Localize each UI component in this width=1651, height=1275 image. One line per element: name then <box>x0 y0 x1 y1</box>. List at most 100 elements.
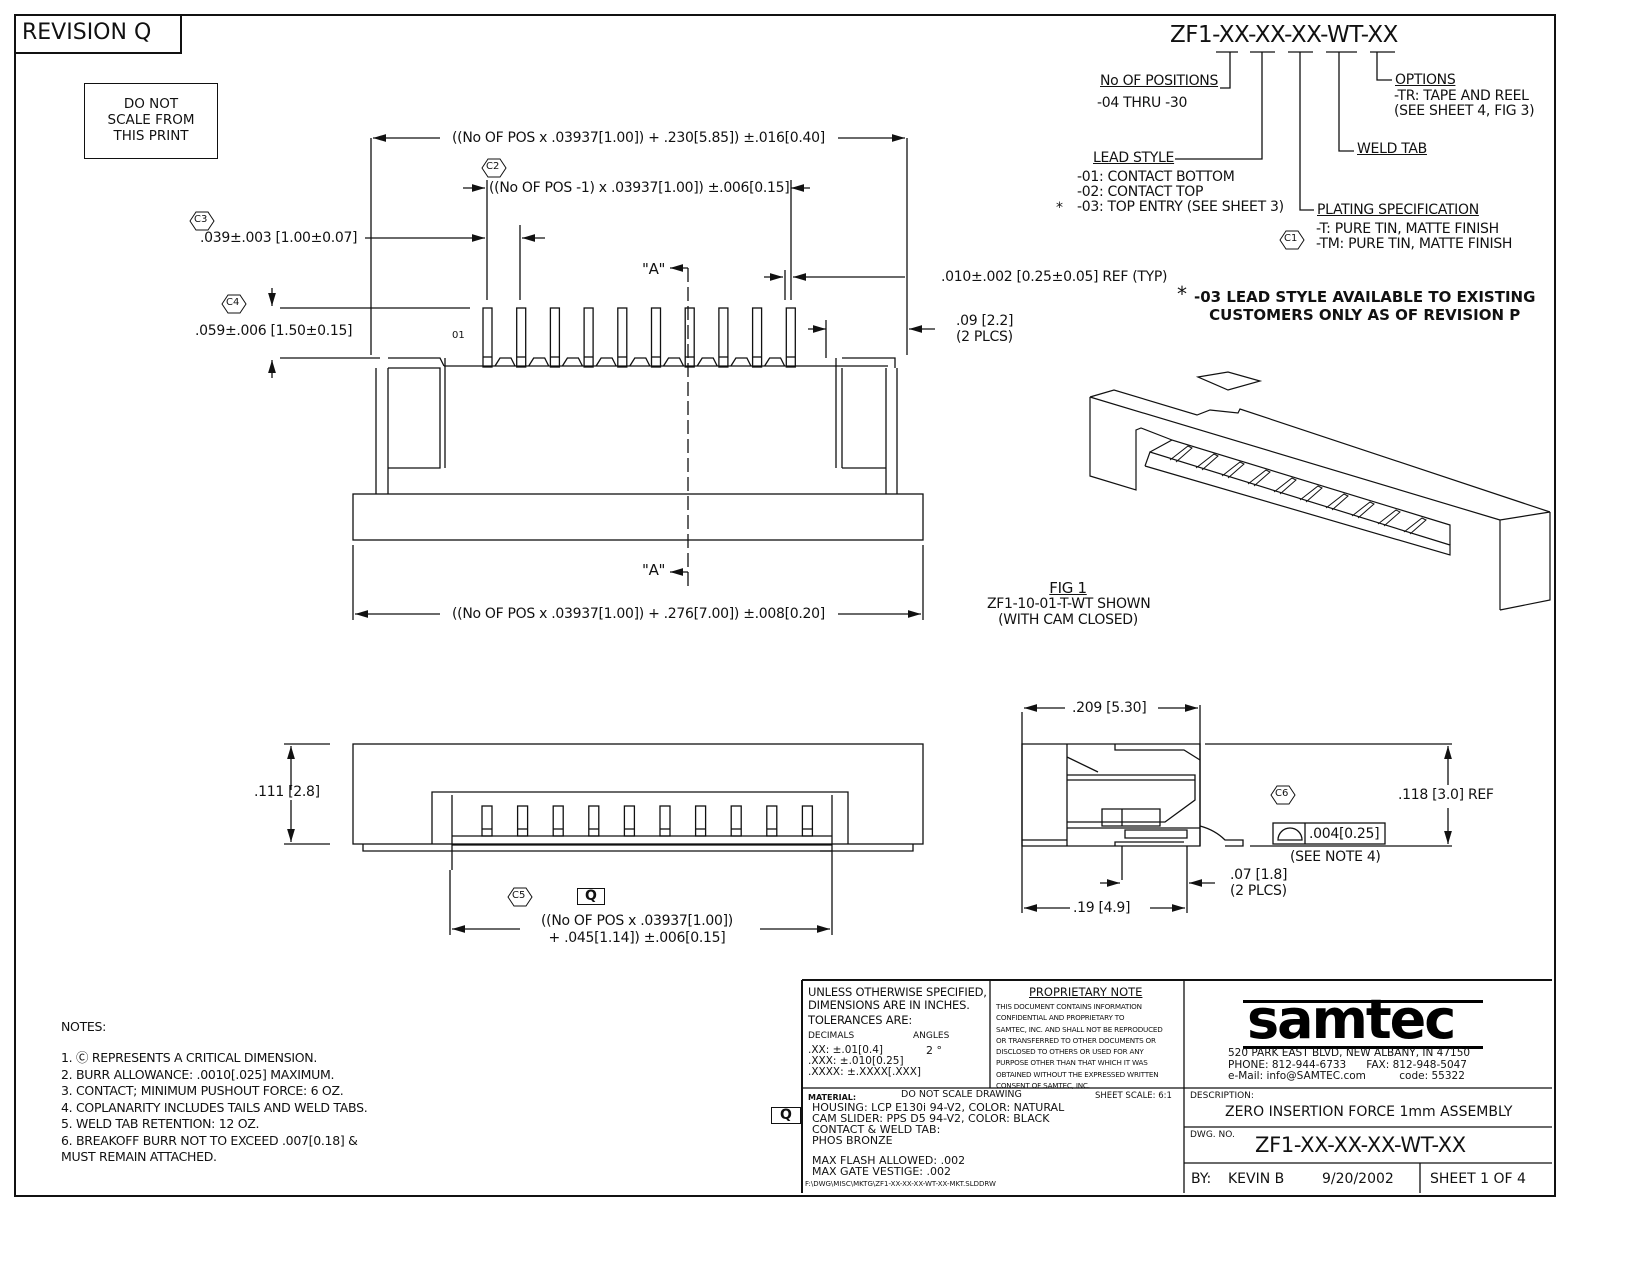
contact-lead <box>516 307 527 368</box>
side-height-dim: .118 [3.0] REF <box>1398 787 1494 803</box>
overall-width-dim: ((No OF POS x .03937[1.00]) + .230[5.85]… <box>452 130 825 146</box>
plating-item: -T: PURE TIN, MATTE FINISH <box>1316 221 1499 237</box>
description-label: DESCRIPTION: <box>1190 1091 1254 1101</box>
pitch-dim: .039±.003 [1.00±0.07] <box>200 230 358 246</box>
weld-tab-label: WELD TAB <box>1357 141 1427 157</box>
base-width-dim: ((No OF POS x .03937[1.00]) + .276[7.00]… <box>452 606 825 622</box>
notice-line: CUSTOMERS ONLY AS OF REVISION P <box>1209 306 1521 324</box>
material-lines: HOUSING: LCP E130i 94-V2, COLOR: NATURAL… <box>812 1102 1064 1177</box>
note-item: 1. Ⓒ REPRESENTS A CRITICAL DIMENSION. <box>61 1050 317 1065</box>
critical-hex-label: C2 <box>486 161 500 172</box>
dim-line: (2 PLCS) <box>1230 883 1287 899</box>
front-contact <box>694 805 707 837</box>
material-line: PHOS BRONZE <box>812 1134 893 1147</box>
contact-ramp <box>494 357 516 367</box>
prop-line: DISCLOSED TO OTHERS OR USED FOR ANY <box>996 1047 1144 1057</box>
note-item: 3. CONTACT; MINIMUM PUSHOUT FORCE: 6 OZ. <box>61 1083 344 1098</box>
positions-label: No OF POSITIONS <box>1100 73 1219 89</box>
angle-tolerance: 2 ° <box>926 1044 942 1057</box>
prop-line: SAMTEC, INC. AND SHALL NOT BE REPRODUCED <box>996 1024 1163 1034</box>
proprietary-text: THIS DOCUMENT CONTAINS INFORMATION CONFI… <box>996 1001 1163 1091</box>
options-item: (SEE SHEET 4, FIG 3) <box>1394 103 1535 119</box>
pin-one-label: 01 <box>452 330 465 341</box>
top-view-dimensions <box>268 134 935 378</box>
isometric-connector <box>1089 371 1551 611</box>
dim-line: .07 [1.8] <box>1230 867 1288 883</box>
profile-tolerance: .004[0.25] <box>1309 826 1380 842</box>
lead-style-asterisk: * <box>1056 200 1063 216</box>
tol-line: DIMENSIONS ARE IN INCHES. <box>808 998 970 1012</box>
front-rev-flag: Q <box>577 888 605 905</box>
note-item: 5. WELD TAB RETENTION: 12 OZ. <box>61 1116 260 1131</box>
contact-width-dim: .010±.002 [0.25±0.05] REF (TYP) <box>941 269 1168 285</box>
email-code-line: e-Mail: info@SAMTEC.com code: 55322 <box>1228 1070 1470 1083</box>
options-items: -TR: TAPE AND REEL (SEE SHEET 4, FIG 3) <box>1394 88 1535 119</box>
front-contact <box>552 805 564 837</box>
contact-ramp <box>528 357 550 367</box>
note-item: 6. BREAKOFF BURR NOT TO EXCEED .007[0.18… <box>61 1132 358 1148</box>
notes-title: NOTES: <box>61 1019 107 1034</box>
by-label: BY: <box>1191 1171 1212 1187</box>
prop-line: THIS DOCUMENT CONTAINS INFORMATION <box>996 1002 1142 1011</box>
critical-hex-label: C4 <box>226 297 240 308</box>
plating-item: -TM: PURE TIN, MATTE FINISH <box>1316 236 1513 252</box>
tolerance-header: UNLESS OTHERWISE SPECIFIED, DIMENSIONS A… <box>808 986 987 1027</box>
top-view-body <box>352 357 924 541</box>
prop-line: OR TRANSFERRED TO OTHER DOCUMENTS OR <box>996 1035 1156 1045</box>
dim-line: + .045[1.14]) ±.006[0.15] <box>548 930 726 946</box>
front-view-contacts <box>481 805 814 837</box>
prop-line: PURPOSE OTHER THAN THAT WHICH IT WAS <box>996 1058 1148 1068</box>
dwg-no: ZF1-XX-XX-XX-WT-XX <box>1255 1133 1466 1157</box>
part-number-code: ZF1-XX-XX-XX-WT-XX <box>1170 22 1398 48</box>
contact-lead <box>482 307 493 368</box>
file-path: F:\DWG\MISC\MKTG\ZF1-XX-XX-XX-WT-XX-MKT.… <box>805 1180 996 1188</box>
front-contact <box>481 805 493 837</box>
tab-dim: .07 [1.8] (2 PLCS) <box>1230 867 1288 899</box>
contact-ramp <box>730 357 752 367</box>
positions-value: -04 THRU -30 <box>1097 95 1188 111</box>
email: e-Mail: info@SAMTEC.com <box>1228 1070 1366 1082</box>
front-height-dim: .111 [2.8] <box>254 784 320 800</box>
critical-hex-label: C1 <box>1284 233 1298 244</box>
contact-lead <box>751 307 763 368</box>
note-item: 2. BURR ALLOWANCE: .0010[.025] MAXIMUM. <box>61 1066 335 1082</box>
contact-lead <box>785 307 796 368</box>
contact-lead <box>617 307 628 368</box>
critical-hex-label: C5 <box>512 890 526 901</box>
fig1-title: FIG 1 <box>1049 579 1087 597</box>
contact-ramp <box>764 357 786 367</box>
front-width-dim: ((No OF POS x .03937[1.00]) + .045[1.14]… <box>541 913 733 947</box>
logo-overbar <box>1243 1000 1483 1003</box>
fig1-line: ZF1-10-01-T-WT SHOWN <box>987 596 1151 612</box>
company-address: 520 PARK EAST BLVD, NEW ALBANY, IN 47150… <box>1228 1047 1470 1083</box>
see-note-4: (SEE NOTE 4) <box>1290 849 1381 865</box>
sheet-scale: SHEET SCALE: 6:1 <box>1095 1091 1172 1101</box>
tol-line: TOLERANCES ARE: <box>808 1013 912 1027</box>
front-contact <box>623 805 636 837</box>
dim-line: ((No OF POS x .03937[1.00]) <box>541 913 733 929</box>
dim-line: (2 PLCS) <box>956 329 1013 345</box>
contact-ramp <box>595 357 617 367</box>
weld-offset-dim: .09 [2.2] (2 PLCS) <box>956 313 1014 345</box>
proprietary-title: PROPRIETARY NOTE <box>1029 985 1143 999</box>
note-item: 4. COPLANARITY INCLUDES TAILS AND WELD T… <box>61 1099 368 1115</box>
pitch-span-dim: ((No OF POS -1) x .03937[1.00]) ±.006[0.… <box>489 180 790 196</box>
contact-lead <box>718 307 729 368</box>
prop-line: OBTAINED WITHOUT THE EXPRESSED WRITTEN <box>996 1069 1159 1079</box>
samtec-logo: samtec <box>1247 988 1456 1051</box>
drawn-by: KEVIN B <box>1228 1171 1285 1187</box>
code: code: 55322 <box>1399 1070 1465 1082</box>
description: ZERO INSERTION FORCE 1mm ASSEMBLY <box>1225 1104 1513 1120</box>
note-item: MUST REMAIN ATTACHED. <box>61 1149 217 1164</box>
phone: PHONE: 812-944-6733 <box>1228 1058 1347 1071</box>
options-item: -TR: TAPE AND REEL <box>1394 88 1529 104</box>
contact-lead <box>684 307 695 368</box>
section-a-top: "A" <box>642 260 666 278</box>
front-contact <box>588 805 600 837</box>
contact-ramp <box>561 357 583 367</box>
section-a-bottom: "A" <box>642 561 666 579</box>
top-view-contacts <box>482 307 796 368</box>
notice-line: -03 LEAD STYLE AVAILABLE TO EXISTING <box>1194 288 1536 306</box>
dwg-no-label: DWG. NO. <box>1190 1130 1235 1140</box>
contact-ramp <box>662 357 685 367</box>
